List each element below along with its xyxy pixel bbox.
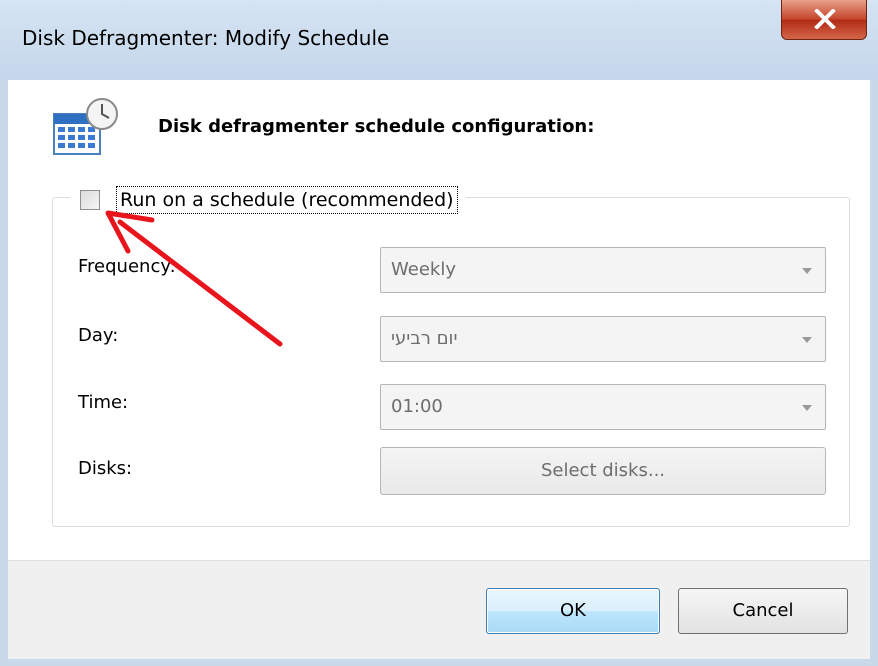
chevron-down-icon [802,268,812,274]
run-on-schedule-label[interactable]: Run on a schedule (recommended) [116,186,458,214]
chevron-down-icon [802,337,812,343]
dialog-content: Disk defragmenter schedule configuration… [8,80,870,659]
window-title: Disk Defragmenter: Modify Schedule [22,26,390,50]
cancel-button[interactable]: Cancel [678,588,848,634]
select-disks-button[interactable]: Select disks... [380,447,826,495]
frequency-label: Frequency: [78,256,176,277]
time-label: Time: [78,392,129,413]
close-button[interactable] [781,0,867,40]
time-value: 01:00 [391,396,443,417]
title-bar[interactable]: Disk Defragmenter: Modify Schedule [0,0,878,80]
close-icon [814,9,836,29]
day-dropdown[interactable]: יום רביעי [380,316,826,362]
day-label: Day: [78,325,119,346]
frequency-value: Weekly [391,259,456,280]
chevron-down-icon [802,405,812,411]
disks-label: Disks: [78,458,133,479]
header-title: Disk defragmenter schedule configuration… [158,116,595,137]
run-on-schedule-option[interactable]: Run on a schedule (recommended) [70,183,466,217]
day-value: יום רביעי [391,328,458,349]
dialog-window: Disk Defragmenter: Modify Schedule Disk … [0,0,878,666]
run-on-schedule-checkbox[interactable] [80,190,100,210]
frequency-dropdown[interactable]: Weekly [380,247,826,293]
button-bar: OK Cancel [8,560,870,659]
time-dropdown[interactable]: 01:00 [380,384,826,430]
calendar-clock-icon [52,96,122,162]
ok-button[interactable]: OK [486,588,660,634]
